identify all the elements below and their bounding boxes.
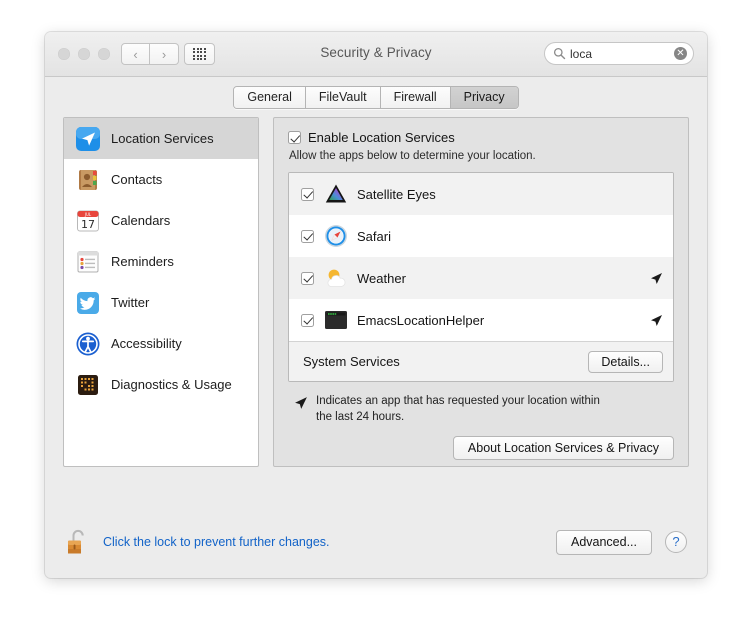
window-bottom-bar: Click the lock to prevent further change… <box>45 506 707 578</box>
sidebar-item-reminders[interactable]: Reminders <box>64 241 258 282</box>
diagnostics-usage-icon <box>75 372 101 398</box>
contacts-icon <box>75 167 101 193</box>
sidebar-item-diagnostics-usage[interactable]: Diagnostics & Usage <box>64 364 258 405</box>
accessibility-icon <box>75 331 101 357</box>
panel-description: Allow the apps below to determine your l… <box>289 150 674 162</box>
emacs-location-helper-icon <box>324 308 348 332</box>
system-services-row: System Services Details... <box>289 341 673 381</box>
sidebar-item-location-services[interactable]: Location Services <box>64 118 258 159</box>
help-button[interactable]: ? <box>665 531 687 553</box>
enable-location-services-label: Enable Location Services <box>308 130 455 145</box>
app-row-weather[interactable]: Weather <box>289 257 673 299</box>
recent-location-note: Indicates an app that has requested your… <box>288 394 674 425</box>
enable-location-services-checkbox[interactable] <box>288 131 301 144</box>
advanced-button[interactable]: Advanced... <box>556 530 652 555</box>
sidebar-item-contacts[interactable]: Contacts <box>64 159 258 200</box>
tab-general[interactable]: General <box>234 87 305 108</box>
system-services-details-button[interactable]: Details... <box>588 351 663 373</box>
app-name: Weather <box>357 271 650 286</box>
reminders-icon <box>75 249 101 275</box>
app-name: EmacsLocationHelper <box>357 313 650 328</box>
weather-icon <box>324 266 348 290</box>
sidebar-item-calendars[interactable]: JUL 17 Calendars <box>64 200 258 241</box>
sidebar-item-twitter[interactable]: Twitter <box>64 282 258 323</box>
app-name: Satellite Eyes <box>357 187 663 202</box>
recent-location-arrow-icon <box>294 396 308 410</box>
sidebar-item-label: Diagnostics & Usage <box>111 377 232 392</box>
app-checkbox[interactable] <box>301 230 314 243</box>
lock-status-text[interactable]: Click the lock to prevent further change… <box>103 535 556 549</box>
app-checkbox[interactable] <box>301 314 314 327</box>
enable-location-services-row[interactable]: Enable Location Services <box>288 130 674 145</box>
search-field[interactable]: loca ✕ <box>544 42 694 65</box>
preferences-window: ‹ › Security & Privacy loca <box>45 32 707 578</box>
clear-search-icon[interactable]: ✕ <box>674 47 687 60</box>
privacy-category-sidebar: Location Services Contacts <box>63 117 259 467</box>
unlocked-padlock-icon[interactable] <box>65 527 91 557</box>
app-checkbox[interactable] <box>301 272 314 285</box>
app-row-satellite-eyes[interactable]: Satellite Eyes <box>289 173 673 215</box>
tabbar-area: General FileVault Firewall Privacy <box>45 77 707 117</box>
svg-text:17: 17 <box>81 218 95 231</box>
sidebar-item-label: Twitter <box>111 295 149 310</box>
app-name: Safari <box>357 229 663 244</box>
sidebar-item-label: Reminders <box>111 254 174 269</box>
location-services-icon <box>75 126 101 152</box>
about-location-services-privacy-button[interactable]: About Location Services & Privacy <box>453 436 674 460</box>
app-row-emacs-location-helper[interactable]: EmacsLocationHelper <box>289 299 673 341</box>
twitter-icon <box>75 290 101 316</box>
location-services-panel: Enable Location Services Allow the apps … <box>273 117 689 467</box>
sidebar-item-label: Contacts <box>111 172 162 187</box>
svg-text:JUL: JUL <box>84 212 92 217</box>
search-icon <box>553 47 566 60</box>
content-area: Location Services Contacts <box>45 117 707 505</box>
about-button-row: About Location Services & Privacy <box>288 436 674 460</box>
window-titlebar: ‹ › Security & Privacy loca <box>45 32 707 77</box>
app-permission-list: Satellite Eyes Safari <box>288 172 674 382</box>
recent-location-note-text: Indicates an app that has requested your… <box>316 394 616 425</box>
safari-icon <box>324 224 348 248</box>
search-input[interactable]: loca <box>570 47 674 61</box>
tab-filevault[interactable]: FileVault <box>306 87 381 108</box>
sidebar-item-label: Calendars <box>111 213 170 228</box>
recent-location-arrow-icon <box>650 272 663 285</box>
sidebar-item-label: Location Services <box>111 131 214 146</box>
tabbar: General FileVault Firewall Privacy <box>233 86 518 109</box>
satellite-eyes-icon <box>324 182 348 206</box>
app-row-safari[interactable]: Safari <box>289 215 673 257</box>
sidebar-item-label: Accessibility <box>111 336 182 351</box>
calendars-icon: JUL 17 <box>75 208 101 234</box>
app-checkbox[interactable] <box>301 188 314 201</box>
tab-privacy[interactable]: Privacy <box>451 87 518 108</box>
system-services-label: System Services <box>303 354 588 369</box>
tab-firewall[interactable]: Firewall <box>381 87 451 108</box>
sidebar-item-accessibility[interactable]: Accessibility <box>64 323 258 364</box>
recent-location-arrow-icon <box>650 314 663 327</box>
